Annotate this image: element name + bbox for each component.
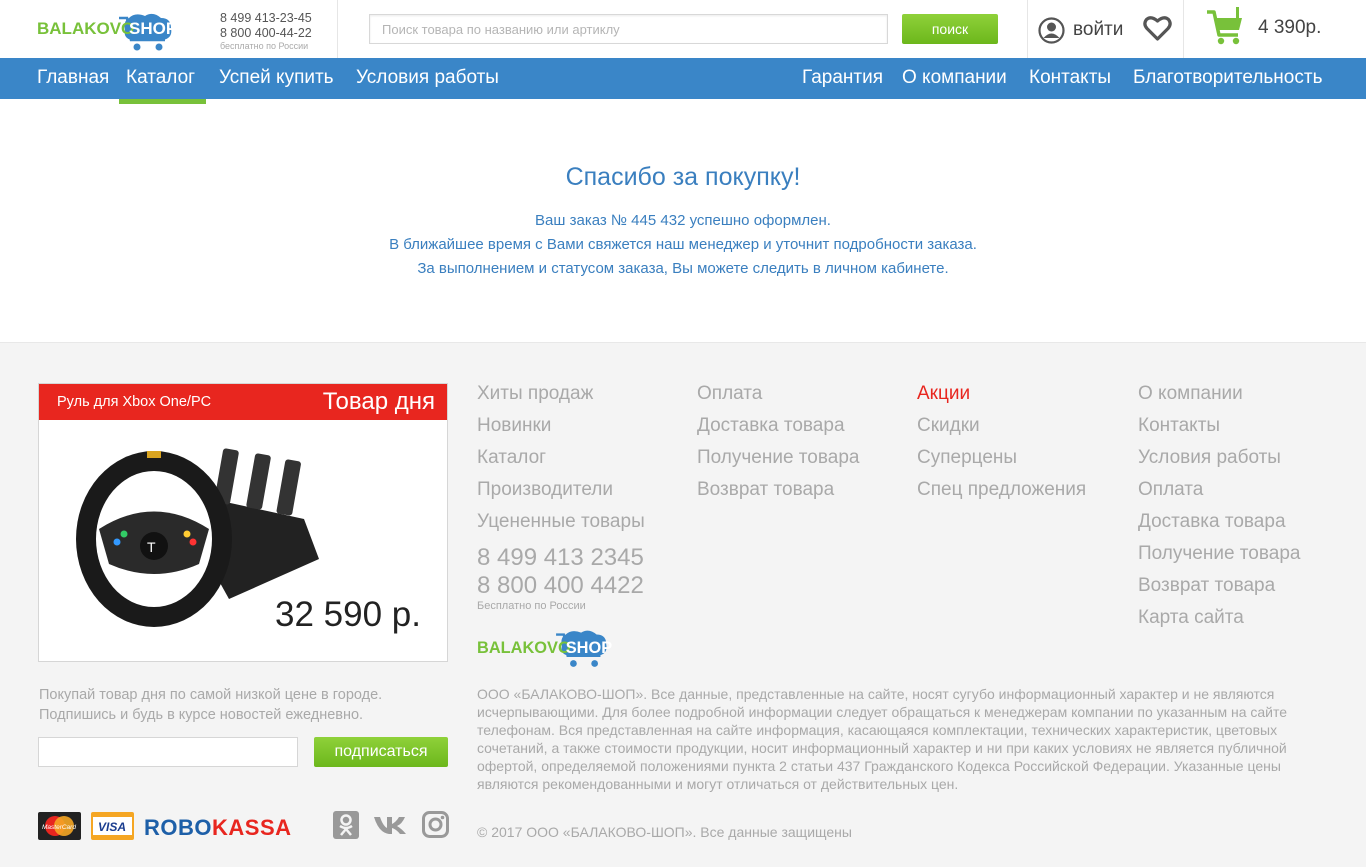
confirmation-line: В ближайшее время с Вами свяжется наш ме…: [389, 236, 977, 253]
copyright: © 2017 ООО «БАЛАКОВО-ШОП». Все данные за…: [477, 824, 852, 840]
deal-of-day-card[interactable]: Руль для Xbox One/PC Товар дня T 32 590 …: [38, 383, 448, 662]
confirmation-line: За выполнением и статусом заказа, Вы мож…: [417, 260, 949, 277]
footer-link[interactable]: Новинки: [477, 410, 645, 442]
nav-active-indicator: [119, 99, 206, 104]
promo-line: Покупай товар дня по самой низкой цене в…: [39, 687, 383, 703]
promo-line: Подпишись и будь в курсе новостей ежедне…: [39, 707, 364, 723]
footer-link[interactable]: Условия работы: [1138, 442, 1300, 474]
footer-link[interactable]: Хиты продаж: [477, 378, 645, 410]
header-phone-1[interactable]: 8 499 413-23-45: [220, 11, 312, 26]
footer-phone-2[interactable]: 8 800 400 4422: [477, 572, 644, 600]
deal-label: Товар дня: [322, 388, 435, 415]
footer-phone-1[interactable]: 8 499 413 2345: [477, 544, 644, 572]
divider: [337, 0, 338, 58]
instagram-icon[interactable]: [422, 811, 449, 838]
divider: [1183, 0, 1184, 58]
footer-link[interactable]: Получение товара: [1138, 538, 1300, 570]
nav-item-about[interactable]: О компании: [902, 67, 1007, 89]
deal-product-name[interactable]: Руль для Xbox One/PC: [57, 394, 211, 410]
svg-text:MasterCard: MasterCard: [42, 824, 76, 831]
svg-text:SHOP: SHOP: [129, 19, 177, 38]
login-button[interactable]: войти: [1038, 16, 1123, 44]
footer-link[interactable]: Карта сайта: [1138, 602, 1300, 634]
odnoklassniki-icon[interactable]: [333, 811, 359, 839]
footer-logo[interactable]: BALAKOVO SHOP: [477, 628, 612, 670]
footer-link-promotions[interactable]: Акции: [917, 378, 1086, 410]
svg-text:VISA: VISA: [98, 820, 126, 834]
robokassa-logo: ROBOKASSA: [144, 815, 292, 840]
footer-column-4: О компании Контакты Условия работы Оплат…: [1138, 378, 1300, 634]
svg-text:T: T: [147, 539, 156, 555]
footer-link[interactable]: Каталог: [477, 442, 645, 474]
footer-link[interactable]: Уцененные товары: [477, 506, 645, 538]
cart-icon[interactable]: [1205, 7, 1245, 47]
deal-header: Руль для Xbox One/PC Товар дня: [39, 384, 447, 420]
footer-link[interactable]: Оплата: [1138, 474, 1300, 506]
footer-link[interactable]: Скидки: [917, 410, 1086, 442]
page-title: Спасибо за покупку!: [565, 163, 801, 191]
user-icon: [1038, 16, 1065, 44]
subscribe-button[interactable]: подписаться: [314, 737, 448, 767]
nav-item-charity[interactable]: Благотворительность: [1133, 67, 1322, 89]
main-nav: Главная Каталог Успей купить Условия раб…: [0, 58, 1366, 104]
footer-column-3: Акции Скидки Суперцены Спец предложения: [917, 378, 1086, 506]
footer-link[interactable]: О компании: [1138, 378, 1300, 410]
order-confirmation: Спасибо за покупку! Ваш заказ № 445 432 …: [0, 163, 1366, 281]
nav-item-catalog[interactable]: Каталог: [126, 67, 195, 89]
site-logo[interactable]: BALAKOVO SHOP: [37, 12, 177, 52]
footer-link[interactable]: Контакты: [1138, 410, 1300, 442]
header-phone-note: бесплатно по России: [220, 41, 309, 51]
svg-text:BALAKOVO: BALAKOVO: [477, 639, 571, 657]
footer-link[interactable]: Производители: [477, 474, 645, 506]
footer-link[interactable]: Оплата: [697, 378, 859, 410]
header-phone-2[interactable]: 8 800 400-44-22: [220, 26, 312, 41]
nav-item-home[interactable]: Главная: [37, 67, 109, 89]
footer-link[interactable]: Доставка товара: [697, 410, 859, 442]
footer-phones: 8 499 413 2345 8 800 400 4422 Бесплатно …: [477, 544, 644, 613]
svg-text:BALAKOVO: BALAKOVO: [37, 19, 134, 38]
footer-column-1: Хиты продаж Новинки Каталог Производител…: [477, 378, 645, 538]
search-input[interactable]: [369, 14, 888, 44]
heart-icon[interactable]: [1143, 15, 1172, 42]
confirmation-line: Ваш заказ № 445 432 успешно оформлен.: [535, 212, 831, 229]
subscribe-promo: Покупай товар дня по самой низкой цене в…: [39, 685, 382, 725]
vk-icon[interactable]: [373, 811, 407, 837]
footer-link[interactable]: Возврат товара: [1138, 570, 1300, 602]
nav-item-warranty[interactable]: Гарантия: [802, 67, 883, 89]
footer-link[interactable]: Получение товара: [697, 442, 859, 474]
deal-price: 32 590 р.: [275, 595, 421, 634]
cart-total[interactable]: 4 390р.: [1258, 17, 1321, 39]
footer-link[interactable]: Суперцены: [917, 442, 1086, 474]
mastercard-icon: MasterCard: [38, 812, 81, 840]
login-label: войти: [1073, 19, 1124, 40]
footer-column-2: Оплата Доставка товара Получение товара …: [697, 378, 859, 506]
footer-phone-note: Бесплатно по России: [477, 600, 586, 612]
site-header: BALAKOVO SHOP 8 499 413-23-45 8 800 400-…: [0, 0, 1366, 58]
nav-item-hurry-buy[interactable]: Успей купить: [219, 67, 334, 89]
footer-link[interactable]: Возврат товара: [697, 474, 859, 506]
search-button[interactable]: поиск: [902, 14, 998, 44]
subscribe-email-input[interactable]: [38, 737, 298, 767]
footer-link[interactable]: Доставка товара: [1138, 506, 1300, 538]
svg-text:SHOP: SHOP: [566, 639, 612, 657]
legal-disclaimer: ООО «БАЛАКОВО-ШОП». Все данные, представ…: [477, 686, 1288, 792]
visa-icon: VISA: [91, 812, 134, 840]
divider: [1027, 0, 1028, 58]
nav-item-terms[interactable]: Условия работы: [356, 67, 499, 89]
footer-link[interactable]: Спец предложения: [917, 474, 1086, 506]
nav-item-contacts[interactable]: Контакты: [1029, 67, 1111, 89]
header-phones: 8 499 413-23-45 8 800 400-44-22 бесплатн…: [220, 11, 312, 51]
